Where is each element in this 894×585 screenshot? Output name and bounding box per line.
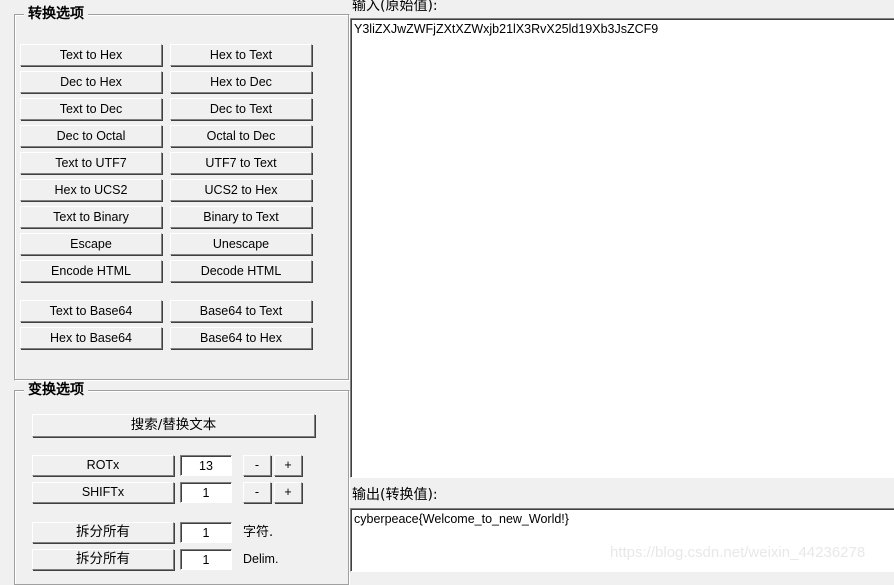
button-text-to-binary[interactable]: Text to Binary bbox=[20, 206, 162, 228]
button-hex-to-text[interactable]: Hex to Text bbox=[170, 44, 312, 66]
button-base64-to-text[interactable]: Base64 to Text bbox=[170, 300, 312, 322]
button-text-to-hex[interactable]: Text to Hex bbox=[20, 44, 162, 66]
button-shiftx-increment[interactable]: + bbox=[274, 482, 302, 503]
input-split-chars-value[interactable]: 1 bbox=[180, 522, 232, 543]
button-hex-to-ucs2[interactable]: Hex to UCS2 bbox=[20, 179, 162, 201]
label-split-chars-unit: 字符. bbox=[243, 525, 274, 540]
button-dec-to-octal[interactable]: Dec to Octal bbox=[20, 125, 162, 147]
left-panel-column: 转换选项 Text to Hex Dec to Hex Text to Dec … bbox=[0, 0, 350, 585]
input-textarea-value: Y3liZXJwZWFjZXtXZWxjb21lX3RvX25ld19Xb3Js… bbox=[354, 22, 659, 36]
button-unescape[interactable]: Unescape bbox=[170, 233, 312, 255]
label-split-delim-unit: Delim. bbox=[243, 552, 279, 566]
input-rotx-value[interactable]: 13 bbox=[180, 455, 232, 476]
button-shiftx-decrement[interactable]: - bbox=[243, 482, 271, 503]
button-rotx[interactable]: ROTx bbox=[32, 455, 174, 476]
right-panel-column: 输入(原始值): Y3liZXJwZWFjZXtXZWxjb21lX3RvX25… bbox=[348, 0, 894, 572]
button-split-all-delim[interactable]: 拆分所有 bbox=[32, 549, 174, 570]
button-split-all-chars[interactable]: 拆分所有 bbox=[32, 522, 174, 543]
button-dec-to-text[interactable]: Dec to Text bbox=[170, 98, 312, 120]
input-textarea[interactable]: Y3liZXJwZWFjZXtXZWxjb21lX3RvX25ld19Xb3Js… bbox=[350, 18, 894, 478]
button-hex-to-base64[interactable]: Hex to Base64 bbox=[20, 327, 162, 349]
button-escape[interactable]: Escape bbox=[20, 233, 162, 255]
input-shiftx-value[interactable]: 1 bbox=[180, 482, 232, 503]
transform-options-title: 变换选项 bbox=[24, 382, 88, 398]
button-utf7-to-text[interactable]: UTF7 to Text bbox=[170, 152, 312, 174]
input-field-label: 输入(原始值): bbox=[352, 0, 438, 14]
button-encode-html[interactable]: Encode HTML bbox=[20, 260, 162, 282]
input-split-delim-value[interactable]: 1 bbox=[180, 549, 232, 570]
output-textarea-value: cyberpeace{Welcome_to_new_World!} bbox=[354, 512, 569, 526]
output-textarea[interactable]: cyberpeace{Welcome_to_new_World!} bbox=[350, 508, 894, 572]
conversion-options-title: 转换选项 bbox=[24, 6, 88, 22]
button-hex-to-dec[interactable]: Hex to Dec bbox=[170, 71, 312, 93]
button-search-replace-text[interactable]: 搜索/替换文本 bbox=[32, 414, 315, 437]
button-octal-to-dec[interactable]: Octal to Dec bbox=[170, 125, 312, 147]
button-text-to-base64[interactable]: Text to Base64 bbox=[20, 300, 162, 322]
button-text-to-dec[interactable]: Text to Dec bbox=[20, 98, 162, 120]
button-shiftx[interactable]: SHIFTx bbox=[32, 482, 174, 503]
button-text-to-utf7[interactable]: Text to UTF7 bbox=[20, 152, 162, 174]
button-dec-to-hex[interactable]: Dec to Hex bbox=[20, 71, 162, 93]
button-base64-to-hex[interactable]: Base64 to Hex bbox=[170, 327, 312, 349]
button-rotx-increment[interactable]: + bbox=[274, 455, 302, 476]
button-ucs2-to-hex[interactable]: UCS2 to Hex bbox=[170, 179, 312, 201]
button-rotx-decrement[interactable]: - bbox=[243, 455, 271, 476]
button-decode-html[interactable]: Decode HTML bbox=[170, 260, 312, 282]
button-binary-to-text[interactable]: Binary to Text bbox=[170, 206, 312, 228]
output-field-label: 输出(转换值): bbox=[352, 487, 438, 503]
